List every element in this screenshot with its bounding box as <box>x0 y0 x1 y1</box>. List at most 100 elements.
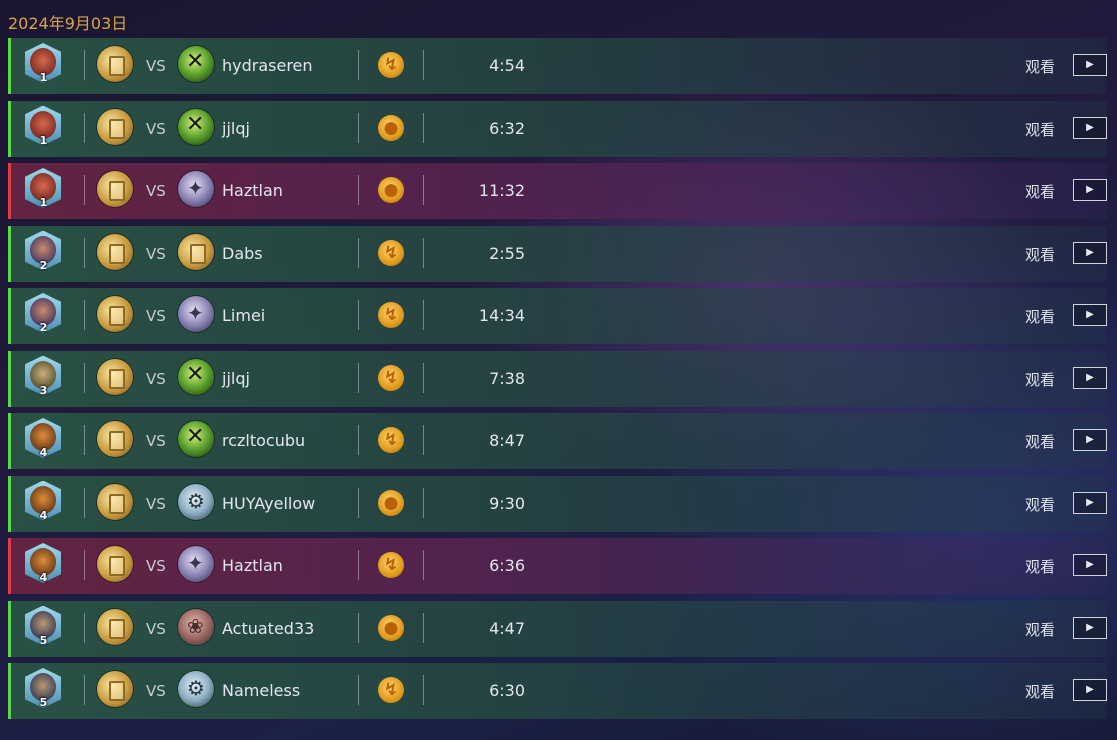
my-deck-icon <box>97 421 133 457</box>
divider <box>84 237 85 268</box>
divider <box>423 50 424 80</box>
lightning-swirl-icon: ↯ <box>378 552 404 578</box>
match-row: 1 VS jjlqj ● 6:32 观看 ▶ <box>8 100 1107 157</box>
match-duration: 6:32 <box>489 118 525 138</box>
match-duration: 2:55 <box>489 243 525 263</box>
play-button[interactable]: ▶ <box>1073 366 1107 389</box>
watch-label[interactable]: 观看 <box>1025 431 1055 452</box>
divider <box>358 425 359 455</box>
play-icon: ▶ <box>1086 621 1094 633</box>
coin-icon: ● <box>378 614 404 641</box>
watch-label[interactable]: 观看 <box>1025 244 1055 265</box>
divider <box>84 612 85 643</box>
match-duration: 4:47 <box>489 618 525 638</box>
match-row: 1 VS hydraseren ↯ 4:54 观看 ▶ <box>8 38 1107 94</box>
rank-badge: 4 <box>39 446 48 459</box>
rank-badge: 1 <box>39 71 48 84</box>
rank-badge: 1 <box>39 133 48 147</box>
opponent-deck-icon <box>178 108 214 145</box>
divider <box>423 675 424 705</box>
play-button[interactable]: ▶ <box>1073 616 1107 639</box>
watch-label[interactable]: 观看 <box>1025 119 1055 140</box>
rank-badge: 5 <box>39 696 48 709</box>
match-duration: 14:34 <box>478 306 525 325</box>
watch-label[interactable]: 观看 <box>1025 556 1055 577</box>
match-row: 2 VS Limei ↯ 14:34 观看 ▶ <box>8 288 1107 344</box>
vs-label: VS <box>146 307 166 325</box>
play-button[interactable]: ▶ <box>1073 179 1107 201</box>
divider <box>84 50 85 80</box>
my-deck-icon <box>97 46 133 82</box>
opponent-name: rczltocubu <box>222 431 306 450</box>
divider <box>423 487 424 518</box>
divider <box>423 550 424 580</box>
divider <box>423 425 424 455</box>
play-icon: ▶ <box>1086 559 1094 570</box>
play-icon: ▶ <box>1086 496 1094 508</box>
my-deck-icon <box>97 483 133 520</box>
opponent-name: hydraseren <box>222 56 313 75</box>
play-icon: ▶ <box>1086 371 1094 383</box>
vs-label: VS <box>146 619 166 638</box>
opponent-deck-icon <box>178 171 214 207</box>
divider <box>358 487 359 518</box>
match-duration: 9:30 <box>489 493 525 513</box>
coin-icon: ● <box>378 489 404 516</box>
watch-label[interactable]: 观看 <box>1025 681 1055 702</box>
divider <box>423 112 424 143</box>
match-row: 1 VS Haztlan ● 11:32 观看 ▶ <box>8 163 1107 219</box>
play-button[interactable]: ▶ <box>1073 554 1107 576</box>
opponent-name: HUYAyellow <box>222 493 316 513</box>
divider <box>358 175 359 205</box>
opponent-name: Limei <box>222 306 266 325</box>
watch-label[interactable]: 观看 <box>1025 494 1055 515</box>
my-deck-icon <box>97 171 133 207</box>
vs-label: VS <box>146 119 166 138</box>
divider <box>358 612 359 643</box>
watch-label[interactable]: 观看 <box>1025 306 1055 327</box>
play-button[interactable]: ▶ <box>1073 429 1107 451</box>
my-deck-icon <box>97 608 133 645</box>
match-duration: 7:38 <box>489 368 525 388</box>
play-button[interactable]: ▶ <box>1073 679 1107 701</box>
watch-label[interactable]: 观看 <box>1025 56 1055 77</box>
play-icon: ▶ <box>1086 246 1094 258</box>
my-deck-icon <box>97 108 133 145</box>
play-button[interactable]: ▶ <box>1073 241 1107 264</box>
opponent-deck-icon <box>178 296 214 332</box>
divider <box>423 175 424 205</box>
divider <box>423 237 424 268</box>
opponent-name: jjlqj <box>222 118 250 138</box>
divider <box>84 675 85 705</box>
match-duration: 6:30 <box>489 681 525 700</box>
opponent-name: Actuated33 <box>222 618 315 638</box>
divider <box>84 425 85 455</box>
lightning-swirl-icon: ↯ <box>378 364 404 391</box>
match-duration: 11:32 <box>478 181 525 200</box>
divider <box>358 237 359 268</box>
play-button[interactable]: ▶ <box>1073 116 1107 139</box>
opponent-name: Nameless <box>222 681 301 700</box>
watch-label[interactable]: 观看 <box>1025 181 1055 202</box>
divider <box>84 362 85 393</box>
match-row: 5 VS Actuated33 ● 4:47 观看 ▶ <box>8 600 1107 657</box>
lightning-swirl-icon: ↯ <box>378 427 404 453</box>
watch-label[interactable]: 观看 <box>1025 369 1055 390</box>
match-duration: 6:36 <box>489 556 525 575</box>
opponent-name: Haztlan <box>222 181 283 200</box>
lightning-swirl-icon: ↯ <box>378 239 404 266</box>
vs-label: VS <box>146 432 166 450</box>
play-button[interactable]: ▶ <box>1073 54 1107 76</box>
play-icon: ▶ <box>1086 184 1094 195</box>
date-header: 2024年9月03日 <box>8 14 128 33</box>
match-duration: 8:47 <box>489 431 525 450</box>
match-row: 2 VS Dabs ↯ 2:55 观看 ▶ <box>8 225 1107 282</box>
my-deck-icon <box>97 233 133 270</box>
my-deck-icon <box>97 358 133 395</box>
match-duration: 4:54 <box>489 56 525 75</box>
play-button[interactable]: ▶ <box>1073 304 1107 326</box>
vs-label: VS <box>146 57 166 75</box>
play-button[interactable]: ▶ <box>1073 491 1107 514</box>
lightning-swirl-icon: ↯ <box>378 52 404 78</box>
watch-label[interactable]: 观看 <box>1025 619 1055 640</box>
